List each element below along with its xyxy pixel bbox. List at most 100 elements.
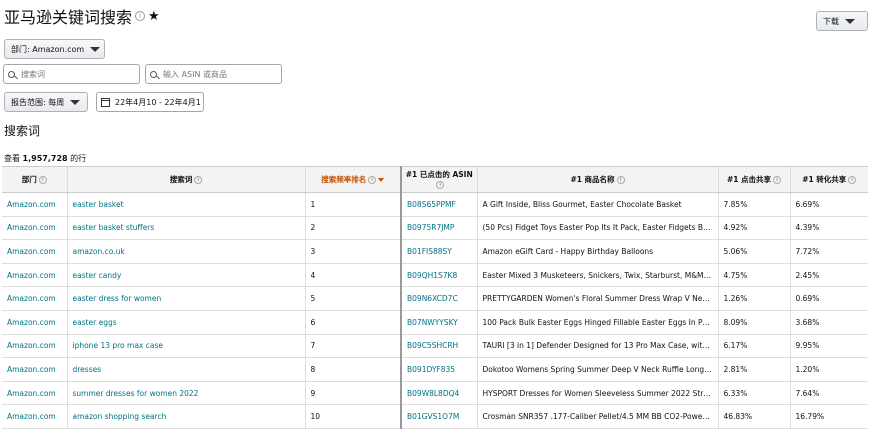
asin-input[interactable]: 输入 ASIN 或商品 <box>145 64 282 84</box>
cell-frequency-rank: 8 <box>304 357 401 382</box>
cell-department[interactable]: Amazon.com <box>2 404 67 429</box>
cell-department[interactable]: Amazon.com <box>2 310 67 335</box>
search-term-placeholder: 搜索词 <box>21 69 45 79</box>
search-term-input[interactable]: 搜索词 <box>3 64 140 84</box>
row-count: 查看 1,957,728 的行 <box>4 153 86 164</box>
cell-search-term[interactable]: amazon.co.uk <box>66 239 305 264</box>
cell-search-term[interactable]: iphone 13 pro max case <box>66 334 305 359</box>
search-icon <box>150 70 157 78</box>
cell-frequency-rank: 3 <box>304 239 401 264</box>
cell-asin[interactable]: B01FIS88SY <box>400 239 477 264</box>
header-frequency-rank[interactable]: 搜索频率排名 i <box>304 166 401 193</box>
cell-product-name: (50 Pcs) Fidget Toys Easter Pop Its It P… <box>476 216 718 241</box>
header-product[interactable]: #1 商品名称 i <box>476 166 718 193</box>
cell-search-term[interactable]: dresses <box>66 357 305 382</box>
info-icon[interactable]: i <box>436 181 445 189</box>
table-header-row: 部门 i 搜索词 i 搜索频率排名 i #1 已点击的 ASIN i #1 商品名称 i … <box>2 166 868 193</box>
cell-conversion-share: 0.69% <box>789 286 868 311</box>
cell-asin[interactable]: B01GVS1O7M <box>400 404 477 429</box>
cell-asin[interactable]: B09QH1S7K8 <box>400 263 477 288</box>
table-row: Amazon.com amazon shopping search 10 B01GVS… <box>2 404 868 429</box>
star-icon[interactable]: ★ <box>148 9 160 24</box>
cell-conversion-share: 16.79% <box>789 404 868 429</box>
cell-asin[interactable]: B09N6XCD7C <box>400 286 477 311</box>
cell-department[interactable]: Amazon.com <box>2 286 67 311</box>
cell-conversion-share: 6.69% <box>789 192 868 217</box>
cell-search-term[interactable]: easter eggs <box>66 310 305 335</box>
info-icon[interactable]: i <box>616 176 625 184</box>
cell-asin[interactable]: B0975R7JMP <box>400 216 477 241</box>
department-dropdown[interactable]: 部门: Amazon.com <box>4 39 105 59</box>
sort-descending-icon <box>378 178 385 182</box>
cell-conversion-share: 4.39% <box>789 216 868 241</box>
cell-product-name: Crosman SNR357 .177-Caliber Pellet/4.5 M… <box>476 404 718 429</box>
cell-asin[interactable]: B09W8L8DQ4 <box>400 381 477 406</box>
asin-placeholder: 输入 ASIN 或商品 <box>163 69 227 79</box>
cell-department[interactable]: Amazon.com <box>2 216 67 241</box>
cell-frequency-rank: 10 <box>304 404 401 429</box>
download-button-label: 下载 <box>823 16 839 26</box>
date-range-value: 22年4月10 - 22年4月16 <box>115 97 201 107</box>
header-conversion-share[interactable]: #1 转化共享 i <box>789 166 868 193</box>
cell-search-term[interactable]: easter candy <box>66 263 305 288</box>
info-icon[interactable]: i <box>38 176 47 184</box>
cell-asin[interactable]: B08S65PPMF <box>400 192 477 217</box>
cell-click-share: 6.33% <box>717 381 790 406</box>
cell-asin[interactable]: B09C5SHCRH <box>400 334 477 359</box>
cell-department[interactable]: Amazon.com <box>2 263 67 288</box>
cell-department[interactable]: Amazon.com <box>2 381 67 406</box>
header-department[interactable]: 部门 i <box>2 166 67 193</box>
cell-click-share: 5.06% <box>717 239 790 264</box>
header-click-share-label: #1 点击共享 <box>726 175 772 184</box>
search-terms-table: 部门 i 搜索词 i 搜索频率排名 i #1 已点击的 ASIN i #1 商品名称 i … <box>2 166 868 429</box>
row-count-suffix: 的行 <box>70 154 87 163</box>
table-row: Amazon.com easter basket stuffers 2 B0975R7… <box>2 216 868 241</box>
report-range-dropdown[interactable]: 报告范围: 每周 <box>4 92 88 112</box>
department-dropdown-label: 部门: Amazon.com <box>11 44 85 54</box>
cell-search-term[interactable]: easter dress for women <box>66 286 305 311</box>
date-range-picker[interactable]: 22年4月10 - 22年4月16 <box>96 92 204 112</box>
info-icon[interactable]: i <box>848 176 857 184</box>
header-click-share[interactable]: #1 点击共享 i <box>717 166 790 193</box>
page-title-text: 亚马逊关键词搜索 <box>4 8 133 27</box>
cell-search-term[interactable]: easter basket <box>66 192 305 217</box>
cell-department[interactable]: Amazon.com <box>2 357 67 382</box>
cell-asin[interactable]: B07NWYYSKY <box>400 310 477 335</box>
table-row: Amazon.com easter eggs 6 B07NWYYSKY 100 Pack… <box>2 310 868 335</box>
table-row: Amazon.com amazon.co.uk 3 B01FIS88SY Amazon … <box>2 239 868 264</box>
cell-search-term[interactable]: easter basket stuffers <box>66 216 305 241</box>
info-icon[interactable]: i <box>368 176 377 184</box>
cell-search-term[interactable]: summer dresses for women 2022 <box>66 381 305 406</box>
cell-product-name: A Gift Inside, Bliss Gourmet, Easter Cho… <box>476 192 718 217</box>
row-count-value: 1,957,728 <box>22 154 68 163</box>
cell-click-share: 8.09% <box>717 310 790 335</box>
cell-search-term[interactable]: amazon shopping search <box>66 404 305 429</box>
cell-click-share: 4.75% <box>717 263 790 288</box>
cell-conversion-share: 1.20% <box>789 357 868 382</box>
header-search-term[interactable]: 搜索词 i <box>66 166 305 193</box>
header-department-label: 部门 <box>21 175 37 184</box>
cell-product-name: Easter Mixed 3 Musketeers, Snickers, Twi… <box>476 263 718 288</box>
row-count-prefix: 查看 <box>4 154 20 163</box>
info-icon[interactable]: i <box>135 11 146 21</box>
table-row: Amazon.com easter basket 1 B08S65PPMF A Gift… <box>2 192 868 217</box>
header-asin[interactable]: #1 已点击的 ASIN i <box>400 166 477 193</box>
cell-product-name: Amazon eGift Card - Happy Birthday Ballo… <box>476 239 718 264</box>
cell-frequency-rank: 2 <box>304 216 401 241</box>
cell-click-share: 7.85% <box>717 192 790 217</box>
info-icon[interactable]: i <box>194 176 203 184</box>
download-button[interactable]: 下载 <box>816 11 868 31</box>
cell-conversion-share: 7.72% <box>789 239 868 264</box>
cell-department[interactable]: Amazon.com <box>2 334 67 359</box>
info-icon[interactable]: i <box>773 176 782 184</box>
cell-frequency-rank: 5 <box>304 286 401 311</box>
cell-department[interactable]: Amazon.com <box>2 192 67 217</box>
table-row: Amazon.com dresses 8 B091DYF835 Dokotoo Wome… <box>2 357 868 382</box>
header-search-term-label: 搜索词 <box>169 175 193 184</box>
cell-asin[interactable]: B091DYF835 <box>400 357 477 382</box>
calendar-icon <box>101 97 110 107</box>
cell-product-name: PRETTYGARDEN Women's Floral Summer Dress… <box>476 286 718 311</box>
chevron-down-icon <box>70 99 81 105</box>
chevron-down-icon <box>845 18 855 24</box>
cell-department[interactable]: Amazon.com <box>2 239 67 264</box>
